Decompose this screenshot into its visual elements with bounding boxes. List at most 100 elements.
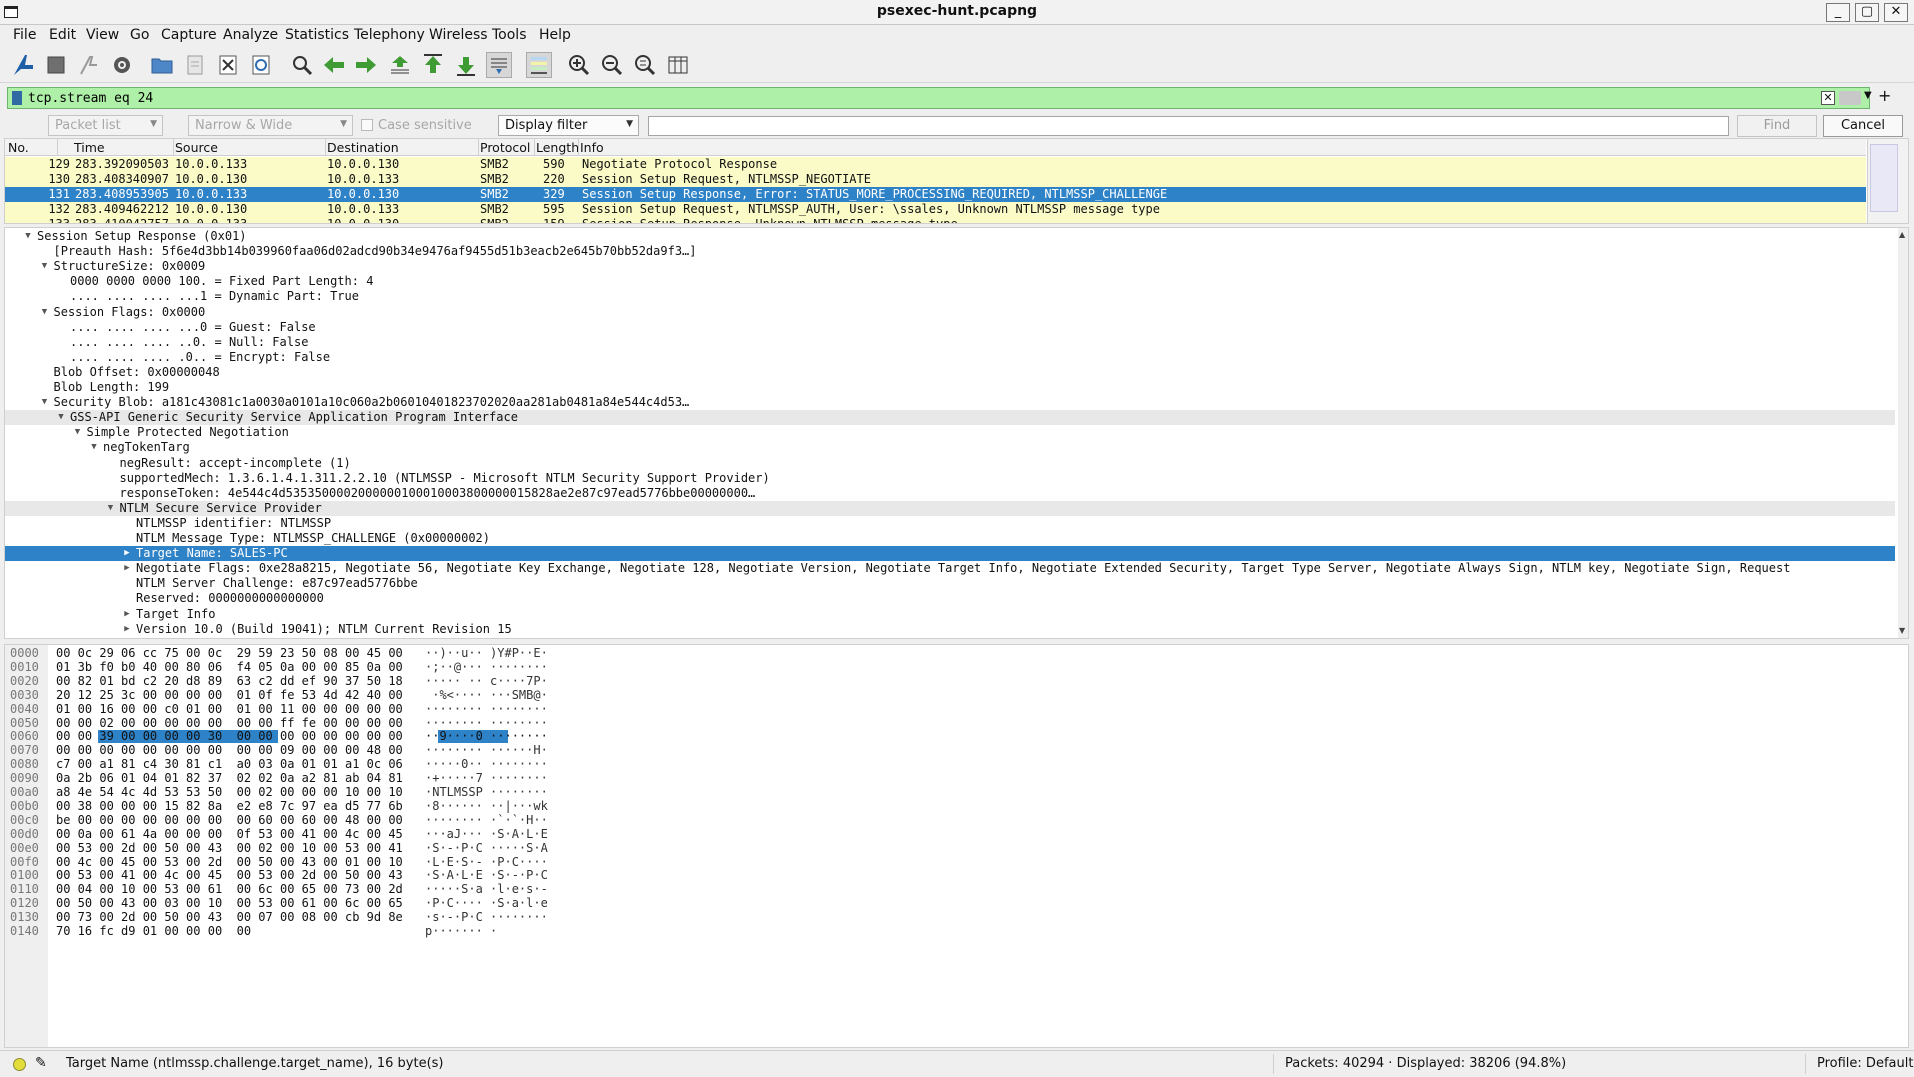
apply-filter-arrow-icon[interactable] xyxy=(1839,91,1861,105)
close-button[interactable]: ✕ xyxy=(1884,3,1908,22)
packet-row[interactable]: 131 283.408953905 10.0.0.133 10.0.0.130 SMB2… xyxy=(5,187,1866,202)
resize-columns-icon[interactable] xyxy=(665,52,691,78)
char-width-select[interactable]: Narrow & Wide ▼ xyxy=(188,115,353,136)
expanded-chevron-icon[interactable]: ▼ xyxy=(106,501,116,516)
col-length[interactable]: Length xyxy=(536,140,579,155)
maximize-button[interactable]: ▢ xyxy=(1855,3,1879,22)
filter-history-chevron-down-icon[interactable]: ▼ xyxy=(1864,90,1872,101)
detail-tree-item[interactable]: ▼ Simple Protected Negotiation xyxy=(5,425,1895,440)
details-scrollbar[interactable]: ▲ ▼ xyxy=(1898,228,1908,638)
detail-tree-item[interactable]: 0000 0000 0000 100. = Fixed Part Length:… xyxy=(5,274,1895,289)
detail-tree-item[interactable]: negResult: accept-incomplete (1) xyxy=(5,456,1895,471)
zoom-out-icon[interactable] xyxy=(599,52,625,78)
detail-tree-item[interactable]: .... .... .... ...1 = Dynamic Part: True xyxy=(5,289,1895,304)
go-forward-arrow-icon[interactable] xyxy=(353,52,379,78)
normal-size-icon[interactable] xyxy=(632,52,658,78)
detail-tree-item[interactable]: [Preauth Hash: 5f6e4d3bb14b039960faa06d0… xyxy=(5,244,1895,259)
packet-minimap-thumb[interactable] xyxy=(1870,144,1898,212)
packet-row[interactable]: 130 283.408340907 10.0.0.130 10.0.0.133 SMB2… xyxy=(5,172,1866,187)
col-source[interactable]: Source xyxy=(175,140,218,155)
detail-tree-item[interactable]: .... .... .... ...0 = Guest: False xyxy=(5,320,1895,335)
col-no[interactable]: No. xyxy=(8,140,29,155)
detail-tree-item[interactable]: responseToken: 4e544c4d53535000020000001… xyxy=(5,486,1895,501)
col-destination[interactable]: Destination xyxy=(327,140,399,155)
collapsed-chevron-icon[interactable]: ▶ xyxy=(122,546,132,561)
profile-status[interactable]: Profile: Default xyxy=(1817,1056,1913,1071)
scroll-up-icon[interactable]: ▲ xyxy=(1899,230,1905,239)
stop-capture-icon[interactable] xyxy=(43,52,69,78)
minimize-button[interactable]: _ xyxy=(1826,3,1850,22)
zoom-in-icon[interactable] xyxy=(566,52,592,78)
col-protocol[interactable]: Protocol xyxy=(480,140,530,155)
auto-scroll-icon[interactable] xyxy=(486,52,512,78)
menu-go[interactable]: Go xyxy=(130,27,149,43)
column-divider[interactable] xyxy=(578,139,579,156)
menu-analyze[interactable]: Analyze xyxy=(223,27,278,43)
col-info[interactable]: Info xyxy=(580,140,604,155)
go-back-arrow-icon[interactable] xyxy=(321,52,347,78)
column-divider[interactable] xyxy=(478,139,479,156)
detail-tree-item[interactable]: NTLM Message Type: NTLMSSP_CHALLENGE (0x… xyxy=(5,531,1895,546)
column-divider[interactable] xyxy=(325,139,326,156)
detail-tree-item[interactable]: .... .... .... .0.. = Encrypt: False xyxy=(5,350,1895,365)
detail-tree-item[interactable]: ▼ GSS-API Generic Security Service Applic… xyxy=(5,410,1895,426)
column-divider[interactable] xyxy=(173,139,174,156)
edit-comment-pencil-icon[interactable]: ✎ xyxy=(35,1055,47,1071)
start-capture-fin-icon[interactable] xyxy=(10,52,36,78)
detail-tree-item[interactable]: Blob Offset: 0x00000048 xyxy=(5,365,1895,380)
expanded-chevron-icon[interactable]: ▼ xyxy=(56,410,66,425)
detail-tree-item[interactable]: ▼ Security Blob: a181c43081c1a0030a0101a1… xyxy=(5,395,1895,410)
menu-capture[interactable]: Capture xyxy=(161,27,217,43)
menu-tools[interactable]: Tools xyxy=(492,27,527,43)
menu-telephony[interactable]: Telephony xyxy=(354,27,425,43)
packet-list-scrollbar[interactable] xyxy=(1867,139,1908,223)
col-time[interactable]: Time xyxy=(74,140,105,155)
expanded-chevron-icon[interactable]: ▼ xyxy=(89,440,99,455)
packet-row[interactable]: 132 283.409462212 10.0.0.130 10.0.0.133 SMB2… xyxy=(5,202,1866,217)
expanded-chevron-icon[interactable]: ▼ xyxy=(40,395,50,410)
cancel-button[interactable]: Cancel xyxy=(1823,115,1903,137)
menu-edit[interactable]: Edit xyxy=(49,27,76,43)
reload-file-icon[interactable] xyxy=(248,52,274,78)
expanded-chevron-icon[interactable]: ▼ xyxy=(40,305,50,320)
colorize-packet-list-icon[interactable] xyxy=(526,52,552,78)
collapsed-chevron-icon[interactable]: ▶ xyxy=(122,607,132,622)
find-button[interactable]: Find xyxy=(1737,115,1817,137)
go-last-packet-icon[interactable] xyxy=(453,52,479,78)
save-file-icon[interactable] xyxy=(182,52,208,78)
close-file-icon[interactable] xyxy=(215,52,241,78)
menu-wireless[interactable]: Wireless xyxy=(429,27,488,43)
menu-help[interactable]: Help xyxy=(539,27,571,43)
open-file-folder-icon[interactable] xyxy=(149,52,175,78)
detail-tree-item[interactable]: ▶ Target Info xyxy=(5,607,1895,622)
bookmark-icon[interactable] xyxy=(12,91,22,105)
column-divider[interactable] xyxy=(534,139,535,156)
add-filter-button-plus-icon[interactable]: + xyxy=(1878,86,1891,105)
search-type-select[interactable]: Display filter ▼ xyxy=(498,115,639,136)
search-scope-select[interactable]: Packet list ▼ xyxy=(48,115,163,136)
detail-tree-item[interactable]: Blob Length: 199 xyxy=(5,380,1895,395)
detail-tree-item[interactable]: ▶ Negotiate Flags: 0xe28a8215, Negotiate … xyxy=(5,561,1895,576)
expanded-chevron-icon[interactable]: ▼ xyxy=(73,425,83,440)
detail-tree-item[interactable]: NTLM Server Challenge: e87c97ead5776bbe xyxy=(5,576,1895,591)
menu-statistics[interactable]: Statistics xyxy=(285,27,349,43)
collapsed-chevron-icon[interactable]: ▶ xyxy=(122,622,132,637)
detail-tree-item[interactable]: Reserved: 0000000000000000 xyxy=(5,591,1895,606)
detail-tree-item[interactable]: ▼ NTLM Secure Service Provider xyxy=(5,500,1895,516)
clear-filter-icon[interactable]: ✕ xyxy=(1821,91,1835,105)
detail-tree-item[interactable]: ▼ negTokenTarg xyxy=(5,440,1895,455)
expanded-chevron-icon[interactable]: ▼ xyxy=(40,259,50,274)
menu-view[interactable]: View xyxy=(86,27,119,43)
case-sensitive-checkbox[interactable]: Case sensitive xyxy=(361,118,472,133)
detail-tree-item[interactable]: ▼ Session Setup Response (0x01) xyxy=(5,229,1895,244)
detail-tree-item[interactable]: supportedMech: 1.3.6.1.4.1.311.2.2.10 (N… xyxy=(5,471,1895,486)
detail-tree-item[interactable]: ▼ Session Flags: 0x0000 xyxy=(5,305,1895,320)
find-text-input[interactable] xyxy=(648,116,1729,136)
display-filter-input[interactable] xyxy=(28,89,1808,107)
packet-row[interactable]: 129 283.392090503 10.0.0.133 10.0.0.130 SMB2… xyxy=(5,157,1866,172)
go-to-packet-icon[interactable] xyxy=(387,52,413,78)
scroll-down-icon[interactable]: ▼ xyxy=(1899,626,1905,635)
column-divider[interactable] xyxy=(57,139,58,156)
detail-tree-item[interactable]: .... .... .... ..0. = Null: False xyxy=(5,335,1895,350)
expanded-chevron-icon[interactable]: ▼ xyxy=(23,229,33,244)
